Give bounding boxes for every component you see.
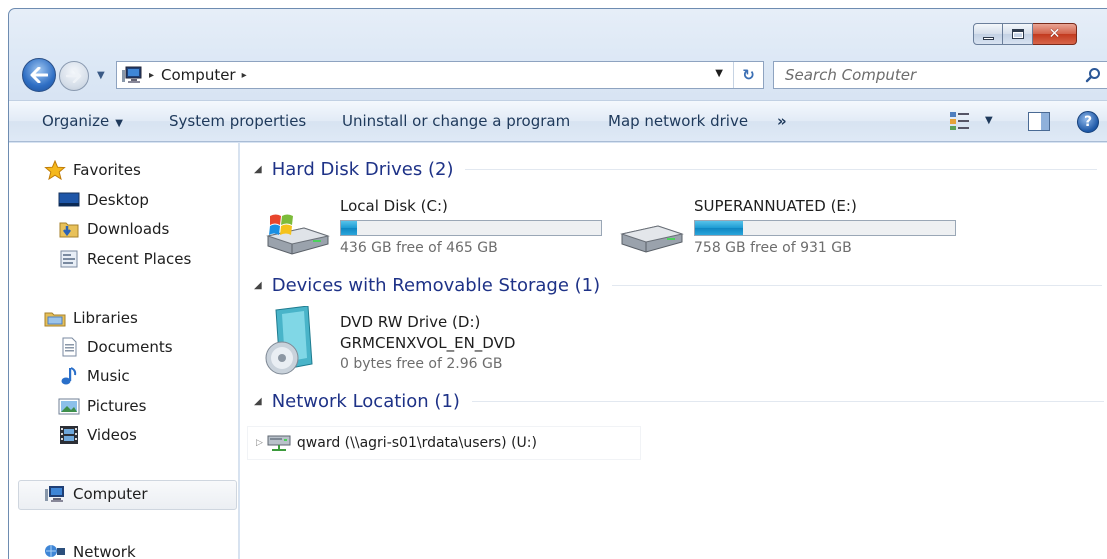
drive-free-space: 436 GB free of 465 GB bbox=[340, 240, 498, 256]
group-header-removable[interactable]: ◢ Devices with Removable Storage (1) bbox=[254, 275, 1103, 296]
organize-menu[interactable]: Organize ▼ bbox=[42, 112, 123, 130]
uninstall-program-button[interactable]: Uninstall or change a program bbox=[342, 112, 570, 130]
film-strip-icon bbox=[60, 426, 78, 444]
network-drive-icon bbox=[267, 435, 291, 451]
search-input[interactable] bbox=[785, 66, 1075, 84]
sidebar-item-label: Music bbox=[87, 367, 130, 385]
sidebar-item-label: Network bbox=[73, 543, 136, 559]
group-header-hard-disks[interactable]: ◢ Hard Disk Drives (2) bbox=[254, 159, 1098, 180]
search-icon[interactable] bbox=[1085, 67, 1101, 83]
breadcrumb-separator[interactable]: ▸ bbox=[242, 70, 247, 81]
search-box[interactable] bbox=[773, 61, 1107, 89]
network-icon bbox=[45, 545, 65, 557]
preview-pane-icon[interactable] bbox=[1028, 112, 1050, 131]
organize-caret-icon: ▼ bbox=[115, 118, 123, 129]
sidebar-item-downloads[interactable]: Downloads bbox=[58, 219, 169, 239]
group-title: Hard Disk Drives (2) bbox=[271, 159, 454, 180]
sidebar-item-label: Pictures bbox=[87, 397, 147, 415]
collapse-icon: ◢ bbox=[254, 280, 262, 291]
group-divider bbox=[471, 401, 1104, 402]
sidebar-item-computer[interactable]: Computer bbox=[44, 484, 148, 504]
forward-button[interactable] bbox=[59, 61, 89, 91]
sidebar-item-label: Recent Places bbox=[87, 250, 192, 268]
group-header-network[interactable]: ◢ Network Location (1) bbox=[254, 391, 1104, 412]
sidebar-item-network[interactable]: Network bbox=[44, 542, 136, 559]
sidebar-item-label: Videos bbox=[87, 426, 137, 444]
collapse-icon: ◢ bbox=[254, 396, 262, 407]
sidebar-item-label: Documents bbox=[87, 338, 173, 356]
drive-name: SUPERANNUATED (E:) bbox=[694, 197, 857, 215]
drive-name: DVD RW Drive (D:) bbox=[340, 313, 481, 331]
forward-arrow-icon bbox=[66, 69, 82, 83]
computer-icon bbox=[121, 66, 143, 84]
group-divider bbox=[465, 169, 1098, 170]
drive-usage-bar bbox=[340, 220, 602, 236]
breadcrumb-computer[interactable]: Computer bbox=[161, 66, 236, 84]
sidebar-item-favorites[interactable]: Favorites bbox=[44, 160, 141, 180]
minimize-icon bbox=[982, 36, 994, 40]
system-properties-button[interactable]: System properties bbox=[169, 112, 306, 130]
sidebar-item-pictures[interactable]: Pictures bbox=[58, 396, 146, 416]
drive-usage-fill bbox=[695, 221, 744, 235]
address-bar[interactable]: ▸ Computer ▸ ▼ ↻ bbox=[116, 61, 764, 89]
documents-icon bbox=[62, 337, 77, 357]
drive-usage-fill bbox=[341, 221, 358, 235]
sidebar-item-label: Favorites bbox=[73, 161, 141, 179]
dvd-drive-icon bbox=[265, 306, 313, 375]
downloads-folder-icon bbox=[59, 222, 79, 238]
desktop-icon bbox=[58, 192, 80, 207]
sidebar-item-label: Computer bbox=[73, 485, 148, 503]
close-button[interactable]: ✕ bbox=[1033, 23, 1077, 45]
computer-icon bbox=[45, 486, 64, 502]
refresh-button[interactable]: ↻ bbox=[733, 62, 763, 88]
back-button[interactable] bbox=[22, 58, 56, 92]
sidebar-item-desktop[interactable]: Desktop bbox=[58, 190, 149, 210]
help-icon[interactable]: ? bbox=[1077, 111, 1099, 133]
maximize-icon bbox=[1011, 29, 1024, 39]
drive-name: Local Disk (C:) bbox=[340, 197, 448, 215]
drive-free-space: 758 GB free of 931 GB bbox=[694, 240, 852, 256]
back-arrow-icon bbox=[30, 67, 48, 83]
group-divider bbox=[612, 285, 1103, 286]
minimize-button[interactable] bbox=[973, 23, 1003, 45]
recent-pages-dropdown[interactable]: ▼ bbox=[97, 70, 105, 81]
organize-label: Organize bbox=[42, 112, 110, 130]
sidebar-item-label: Libraries bbox=[73, 309, 138, 327]
explorer-window: ✕ ▼ ▸ Computer ▸ ▼ ↻ Search Computer Org… bbox=[0, 0, 1107, 559]
network-location-item[interactable]: ▷ qward (\\agri-s01\rdata\users) (U:) bbox=[248, 427, 640, 459]
sidebar-item-recent-places[interactable]: Recent Places bbox=[58, 249, 191, 269]
drive-usage-bar bbox=[694, 220, 956, 236]
recent-places-icon bbox=[60, 250, 78, 268]
network-location-label: qward (\\agri-s01\rdata\users) (U:) bbox=[296, 435, 537, 451]
close-icon: ✕ bbox=[1048, 26, 1061, 42]
breadcrumb-separator[interactable]: ▸ bbox=[149, 70, 154, 81]
libraries-icon bbox=[44, 312, 66, 327]
sidebar-item-label: Downloads bbox=[87, 220, 170, 238]
address-history-dropdown[interactable]: ▼ bbox=[715, 68, 723, 79]
sidebar-item-libraries[interactable]: Libraries bbox=[44, 308, 138, 328]
star-icon bbox=[44, 160, 66, 180]
expand-icon[interactable]: ▷ bbox=[256, 438, 263, 448]
sidebar-item-videos[interactable]: Videos bbox=[58, 425, 137, 445]
sidebar-item-documents[interactable]: Documents bbox=[58, 337, 173, 357]
group-title: Devices with Removable Storage (1) bbox=[271, 275, 601, 296]
music-note-icon bbox=[61, 367, 77, 385]
group-title: Network Location (1) bbox=[271, 391, 460, 412]
command-bar: Organize ▼ System properties Uninstall or… bbox=[9, 100, 1107, 142]
view-options-caret[interactable]: ▼ bbox=[985, 115, 993, 126]
maximize-button[interactable] bbox=[1003, 23, 1033, 45]
sidebar-item-label: Desktop bbox=[87, 191, 149, 209]
collapse-icon: ◢ bbox=[254, 164, 262, 175]
more-commands-button[interactable]: » bbox=[777, 112, 787, 130]
drive-free-space: 0 bytes free of 2.96 GB bbox=[340, 356, 503, 372]
hard-drive-icon bbox=[620, 225, 684, 253]
drive-volume-label: GRMCENXVOL_EN_DVD bbox=[340, 334, 516, 352]
change-view-icon[interactable] bbox=[949, 111, 971, 131]
map-network-drive-button[interactable]: Map network drive bbox=[608, 112, 748, 130]
pictures-icon bbox=[58, 398, 80, 415]
refresh-icon: ↻ bbox=[742, 66, 755, 84]
sidebar-item-music[interactable]: Music bbox=[58, 366, 130, 386]
caption-buttons: ✕ bbox=[973, 23, 1077, 45]
system-drive-icon bbox=[266, 214, 330, 255]
